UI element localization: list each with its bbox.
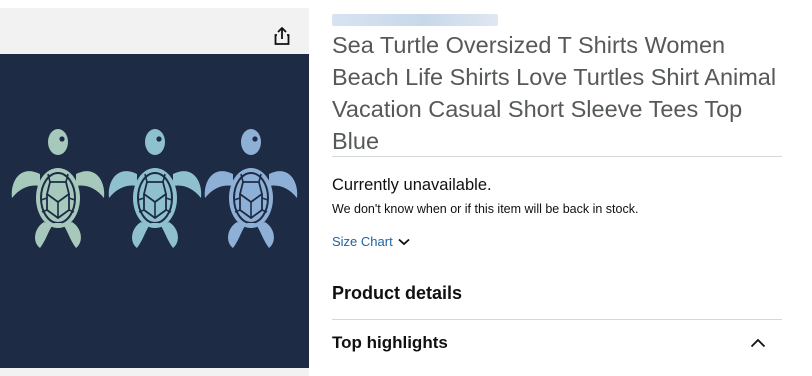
turtle-blue [203, 128, 299, 249]
size-chart-label: Size Chart [332, 234, 393, 249]
top-highlights-label: Top highlights [332, 333, 448, 352]
product-title: Sea Turtle Oversized T Shirts Women Beac… [332, 32, 777, 154]
availability-note: We don't know when or if this item will … [332, 202, 639, 216]
title-divider [332, 156, 782, 157]
brand-link-blurred[interactable] [332, 14, 498, 26]
product-details-heading: Product details [332, 283, 463, 303]
product-image[interactable] [0, 54, 309, 368]
size-chart-link[interactable]: Size Chart [332, 234, 410, 249]
availability-status: Currently unavailable. [332, 176, 492, 194]
turtle-teal [107, 128, 203, 249]
share-button[interactable] [268, 22, 296, 50]
share-icon [274, 27, 290, 45]
image-gallery [0, 8, 309, 376]
top-highlights-toggle[interactable]: Top highlights [332, 320, 782, 366]
chevron-up-icon[interactable] [750, 338, 766, 348]
turtle-green [10, 128, 106, 249]
chevron-down-icon [398, 238, 410, 245]
